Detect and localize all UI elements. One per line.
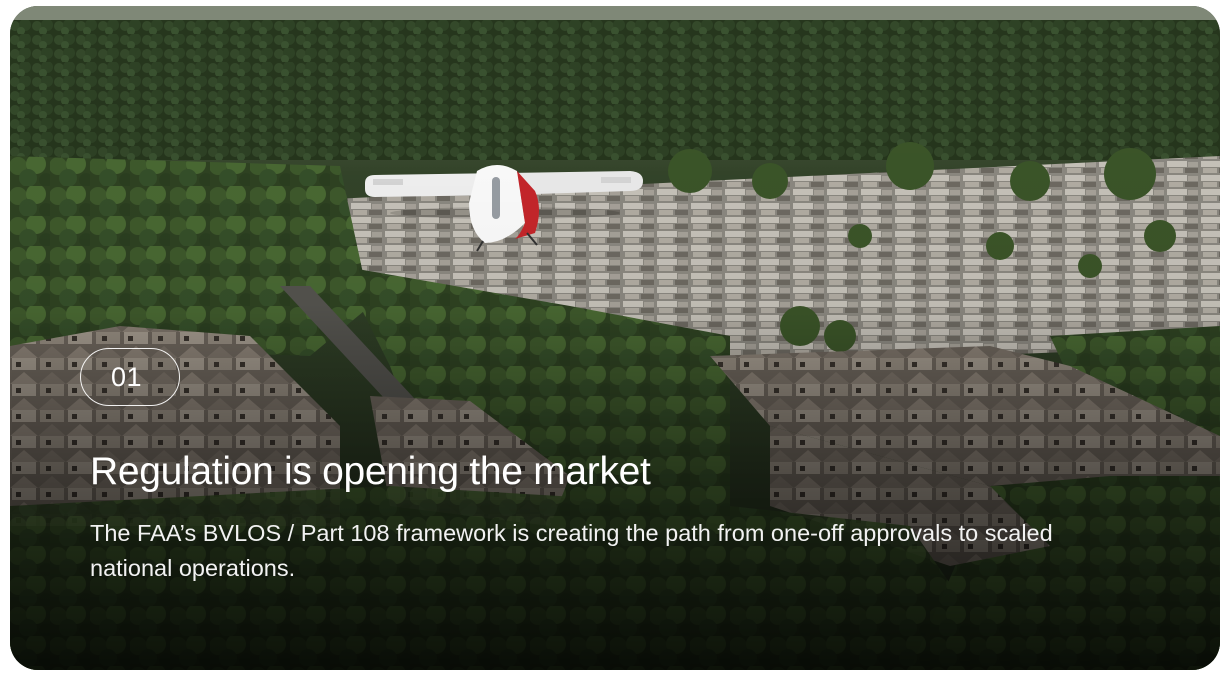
card-title: Regulation is opening the market [90,450,651,493]
feature-card: 01 Regulation is opening the market The … [10,6,1220,670]
card-description: The FAA’s BVLOS / Part 108 framework is … [90,520,1053,581]
step-number-badge: 01 [80,348,180,406]
